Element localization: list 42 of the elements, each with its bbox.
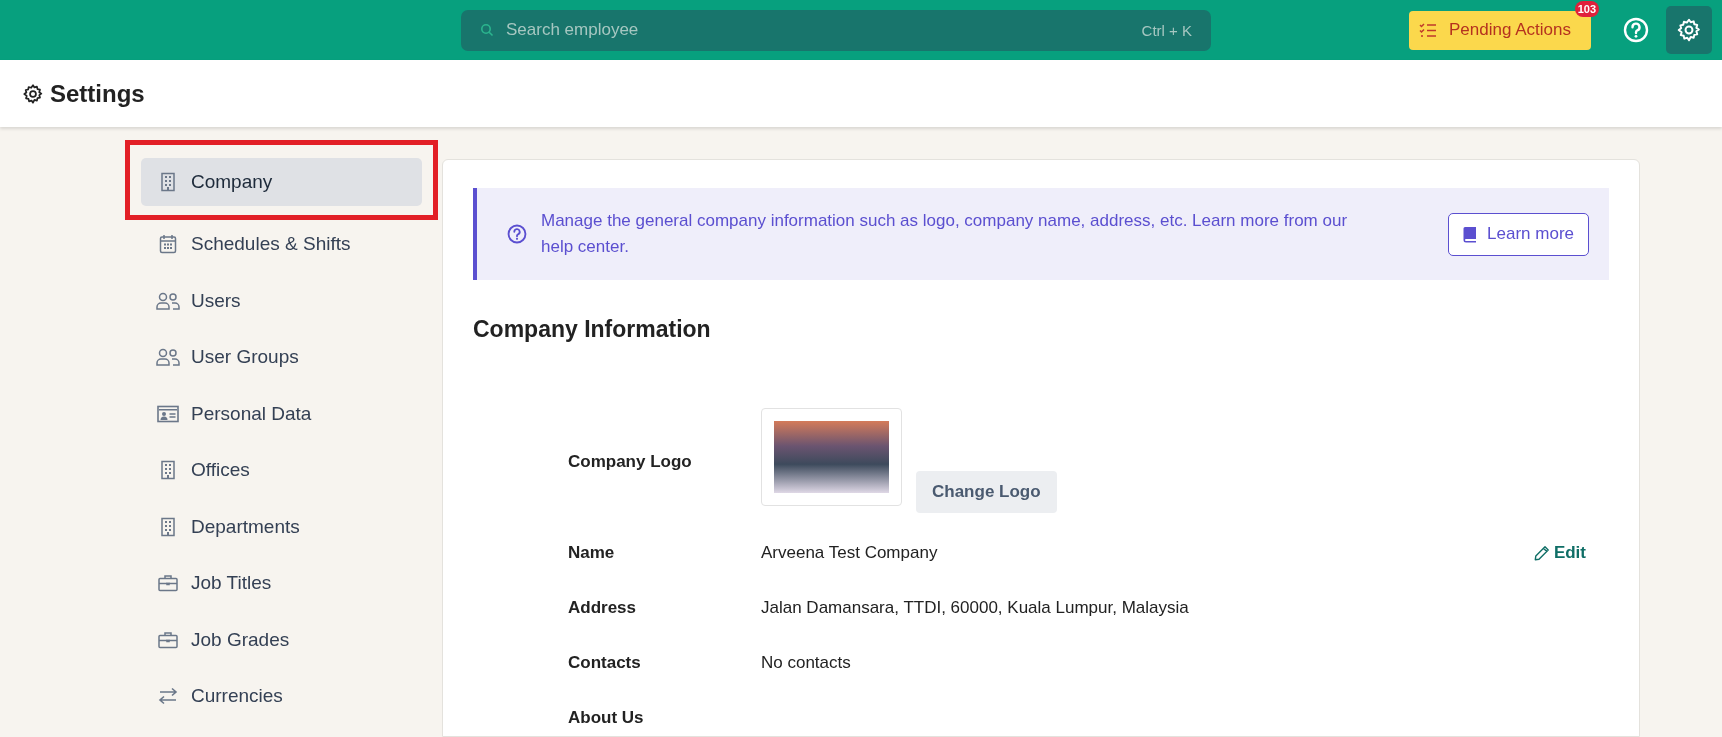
field-label: Contacts (568, 652, 642, 673)
notification-count: 103 (1574, 0, 1599, 17)
sidebar-item[interactable]: User Groups (141, 333, 422, 381)
field-value: Arveena Test Company (761, 542, 938, 563)
users-icon (156, 348, 180, 366)
briefcase-icon (156, 574, 180, 592)
help-icon (507, 224, 527, 244)
sidebar-item[interactable]: Departments (141, 502, 422, 551)
sidebar-item[interactable]: Schedules & Shifts (141, 220, 422, 268)
settings-button[interactable] (1666, 6, 1712, 54)
gear-icon (1676, 17, 1702, 43)
sidebar-item[interactable]: Job Grades (141, 615, 422, 664)
sidebar-item[interactable]: Job Titles (141, 559, 422, 607)
users-icon (156, 291, 180, 310)
search-input[interactable]: Search employee (506, 20, 1130, 40)
briefcase-icon (156, 630, 180, 649)
checklist-icon (1419, 22, 1437, 38)
field-label: About Us (568, 707, 645, 728)
edit-button[interactable]: Edit (1533, 542, 1586, 563)
section-title: Company Information (473, 316, 712, 343)
pencil-icon (1533, 544, 1550, 561)
field-label: Address (568, 597, 638, 618)
arrows-icon (156, 687, 180, 705)
sidebar-item[interactable]: Personal Data (141, 389, 422, 438)
sidebar-item[interactable]: Users (141, 276, 422, 325)
id-card-icon (156, 404, 180, 423)
help-icon[interactable] (1623, 17, 1649, 43)
field-label: Name (568, 542, 616, 563)
shortcut-hint: Ctrl + K (1141, 21, 1192, 39)
field-value: Jalan Damansara, TTDI, 60000, Kuala Lumpur, Malaysia (761, 597, 1189, 618)
sidebar-item[interactable]: Currencies (141, 672, 422, 720)
field-value: No contacts (761, 652, 851, 673)
change-logo-button[interactable]: Change Logo (916, 471, 1057, 513)
learn-more-button[interactable]: Learn more (1448, 212, 1589, 256)
sidebar-item[interactable]: Offices (141, 446, 422, 494)
info-text: Manage the general company information such as logo, company name, address, etc. Learn more from our help center. (541, 210, 1349, 258)
book-icon (1463, 225, 1478, 243)
sidebar-item[interactable]: Company (141, 158, 422, 206)
page-title: Settings (50, 79, 145, 108)
field-label: Company Logo (568, 452, 693, 472)
search-icon (480, 23, 494, 37)
settings-icon (22, 82, 44, 105)
